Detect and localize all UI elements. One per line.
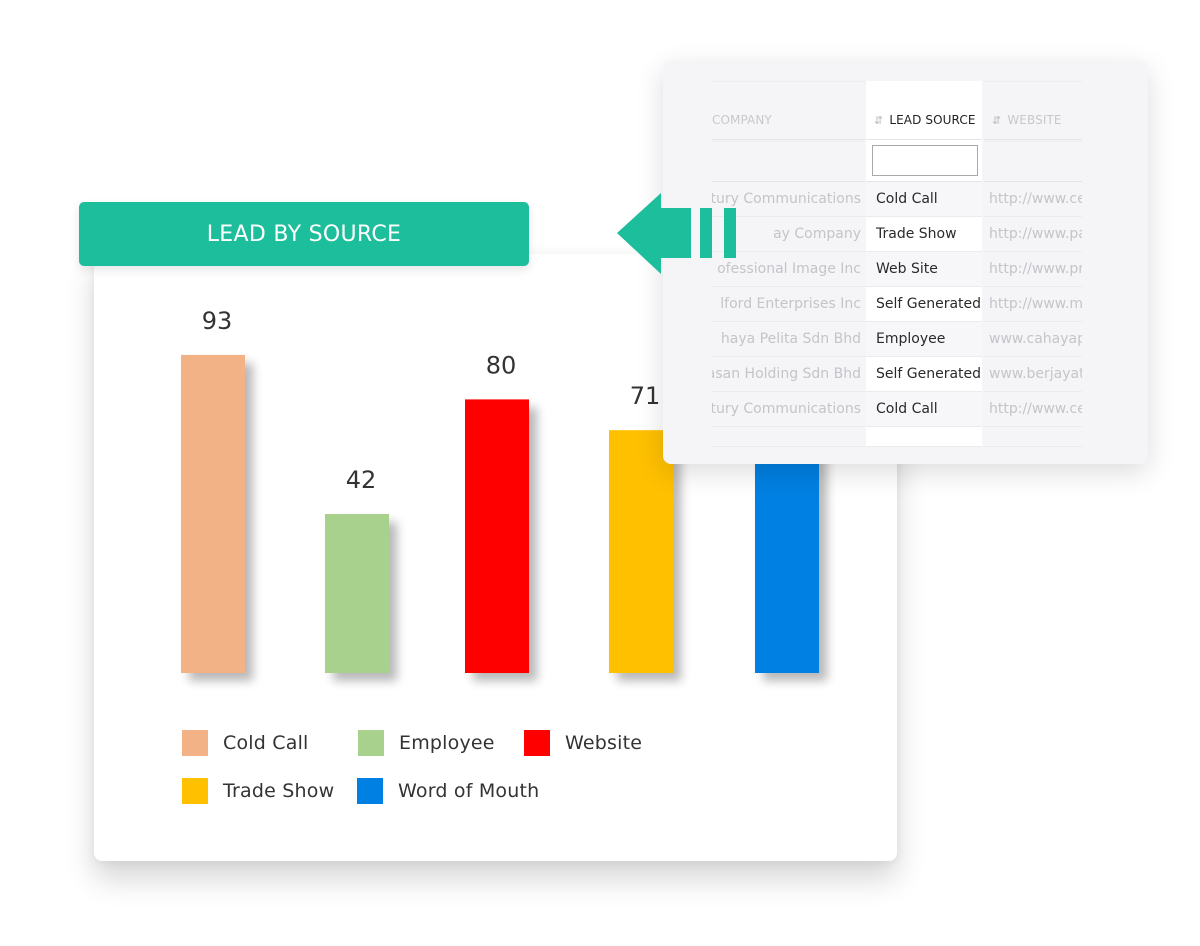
bar-employee[interactable] xyxy=(325,514,389,673)
lead-source-cell[interactable]: Web Site xyxy=(866,252,982,287)
website-cell[interactable]: http://www.cer xyxy=(984,182,1082,217)
table-footer-row xyxy=(984,427,1082,447)
company-cell[interactable]: ntury Communications xyxy=(712,392,865,427)
legend-label: Website xyxy=(565,732,643,754)
bar-value-label: 42 xyxy=(346,466,377,494)
header-company[interactable]: COMPANY xyxy=(712,81,865,140)
website-cell[interactable]: http://www.cer xyxy=(984,392,1082,427)
lead-source-cell[interactable]: Self Generated xyxy=(866,357,982,392)
lead-source-cell[interactable]: Self Generated xyxy=(866,287,982,322)
website-cell[interactable]: http://www.mi xyxy=(984,287,1082,322)
sort-icon[interactable]: ⇵ xyxy=(874,114,883,127)
legend-item[interactable]: Trade Show xyxy=(182,778,334,804)
legend-item[interactable]: Cold Call xyxy=(182,730,309,756)
header-lead-source[interactable]: ⇵ LEAD SOURCE xyxy=(866,81,982,140)
header-lead-source-label: LEAD SOURCE xyxy=(889,113,976,127)
bar-value-label: 80 xyxy=(486,351,517,379)
lead-source-filter-input[interactable] xyxy=(872,145,978,176)
legend-swatch xyxy=(182,730,208,756)
table-footer-row xyxy=(712,427,865,447)
legend-label: Employee xyxy=(399,732,495,754)
bar-cold-call[interactable] xyxy=(181,354,245,673)
legend-swatch xyxy=(182,778,208,804)
lead-source-cell[interactable]: Cold Call xyxy=(866,182,982,217)
header-company-label: COMPANY xyxy=(712,113,772,127)
website-cell[interactable]: www.cahayape xyxy=(984,322,1082,357)
filter-cell-lead-source xyxy=(866,140,982,182)
lead-source-cell[interactable]: Employee xyxy=(866,322,982,357)
bar-value-label: 71 xyxy=(630,382,661,410)
legend-swatch xyxy=(357,778,383,804)
sort-icon[interactable]: ⇵ xyxy=(992,114,1001,127)
website-cell[interactable]: http://www.pa xyxy=(984,217,1082,252)
company-cell[interactable]: haya Pelita Sdn Bhd xyxy=(712,322,865,357)
bar-value-label: 93 xyxy=(202,307,233,335)
legend-item[interactable]: Employee xyxy=(358,730,495,756)
leads-table: COMPANY ntury Communications ay Company of… xyxy=(712,81,1082,447)
legend-label: Cold Call xyxy=(223,732,309,754)
bar-website[interactable] xyxy=(465,399,529,673)
bar-trade-show[interactable] xyxy=(609,430,673,673)
legend-swatch xyxy=(524,730,550,756)
column-lead-source: ⇵ LEAD SOURCE Cold Call Trade Show Web Sit… xyxy=(866,81,982,447)
column-website: ⇵ WEBSITE http://www.cer http://www.pa htt… xyxy=(984,81,1082,447)
legend-label: Trade Show xyxy=(223,780,335,802)
arrow-left-icon xyxy=(617,193,736,274)
website-cell[interactable]: http://www.pro xyxy=(984,252,1082,287)
legend-swatch xyxy=(358,730,384,756)
lead-source-cell[interactable]: Cold Call xyxy=(866,392,982,427)
company-cell[interactable]: yasan Holding Sdn Bhd xyxy=(712,357,865,392)
legend-item[interactable]: Word of Mouth xyxy=(357,778,539,804)
header-website-label: WEBSITE xyxy=(1007,113,1062,127)
filter-cell-company xyxy=(712,141,865,182)
filter-cell-website xyxy=(984,141,1082,182)
website-cell[interactable]: www.berjayatr xyxy=(984,357,1082,392)
company-cell[interactable]: lford Enterprises Inc xyxy=(712,287,865,322)
table-footer-row xyxy=(866,427,982,447)
chart-title: LEAD BY SOURCE xyxy=(79,202,529,266)
lead-source-cell[interactable]: Trade Show xyxy=(866,217,982,252)
legend-item[interactable]: Website xyxy=(524,730,642,756)
header-website[interactable]: ⇵ WEBSITE xyxy=(984,81,1082,140)
legend-label: Word of Mouth xyxy=(398,780,540,802)
